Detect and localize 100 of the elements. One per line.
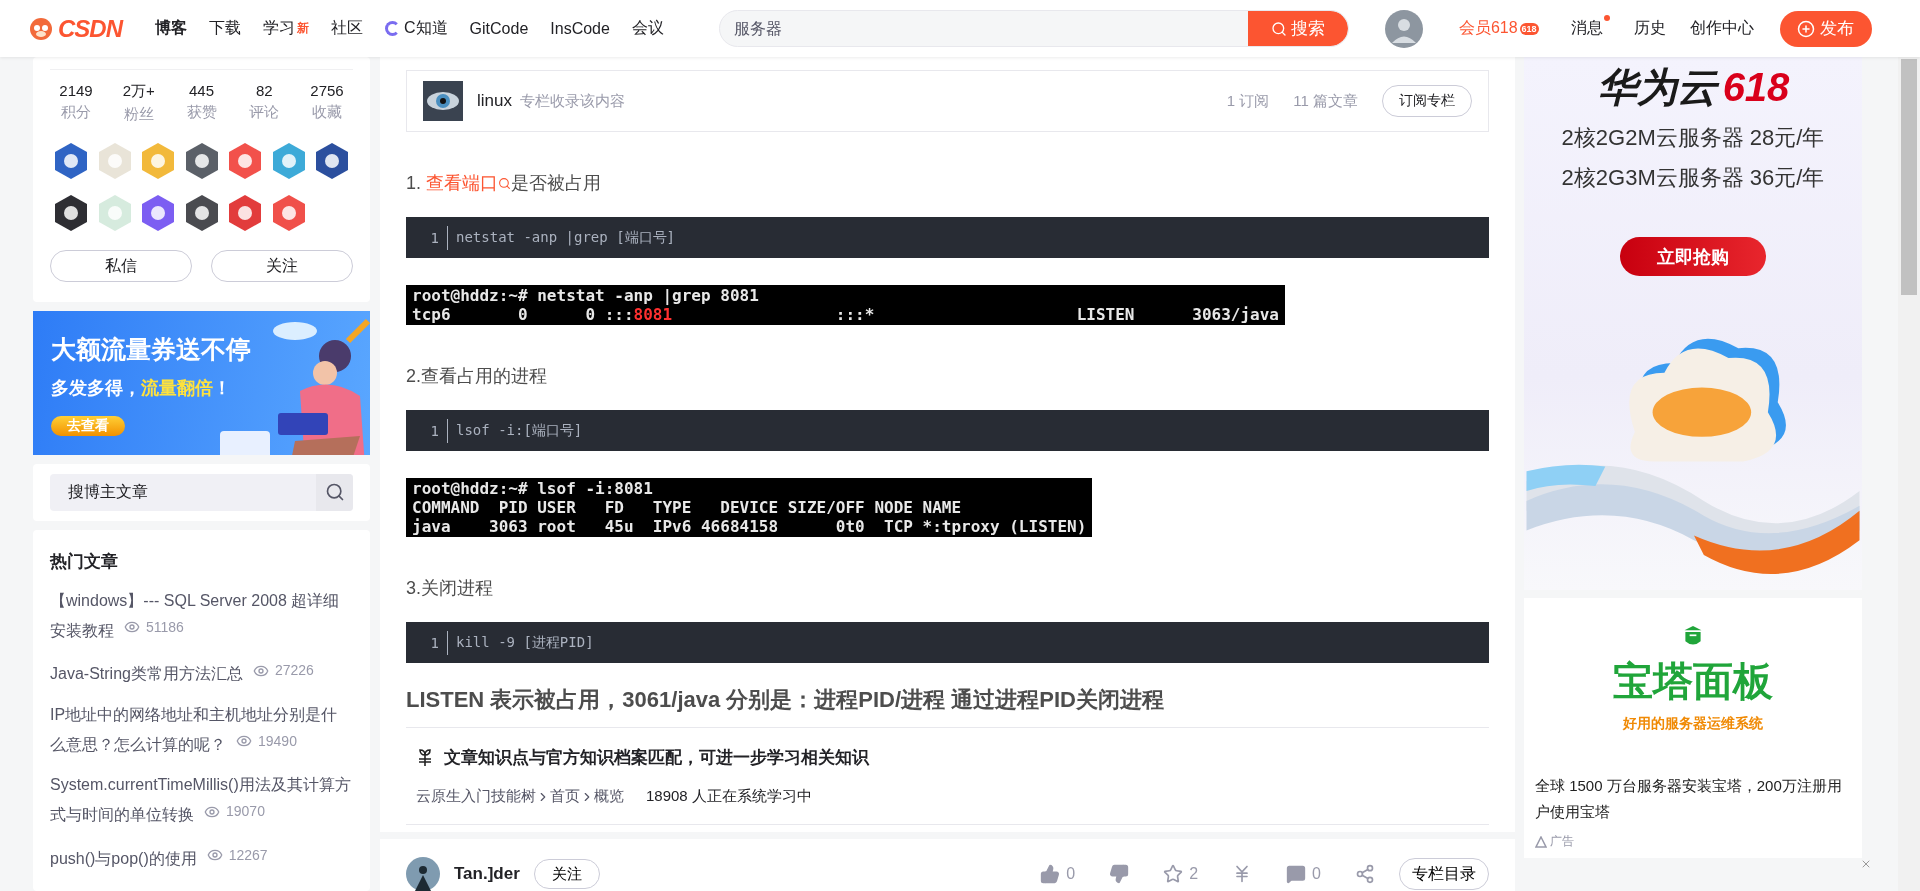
comment-icon	[1286, 864, 1307, 884]
ad-description: 全球 1500 万台服务器安装宝塔，200万注册用户使用宝塔	[1535, 776, 1843, 822]
follow-button[interactable]: 关注	[533, 859, 600, 889]
search-button[interactable]	[316, 473, 353, 511]
nav-link[interactable]: 会议	[620, 18, 675, 39]
header-link[interactable]: 历史	[1633, 18, 1666, 39]
nav-link[interactable]: 下载	[198, 18, 252, 39]
buy-button[interactable]: 立即抢购	[1620, 237, 1766, 277]
cloud-ad[interactable]: 华为云618 2核2G2M云服务器 28元/年 2核2G3M云服务器 36元/年 立即抢购	[1524, 57, 1862, 590]
thumbs-down-icon	[1109, 864, 1130, 884]
step-text: 2.查看占用的进程	[406, 365, 547, 388]
ad-title: 宝塔面板	[1613, 658, 1773, 705]
catalog-button[interactable]: 专栏目录	[1399, 858, 1489, 890]
search-icon	[1270, 20, 1287, 37]
c-logo-icon	[385, 21, 400, 36]
banner-subtitle: 多发多得，流量翻倍！	[51, 377, 232, 400]
subscribe-button[interactable]: 订阅专栏	[1382, 85, 1472, 117]
eye-icon	[206, 847, 223, 863]
search-icon	[498, 176, 511, 190]
thumbs-up-icon	[1040, 864, 1061, 884]
nav-link[interactable]: InsCode	[539, 19, 621, 38]
close-icon	[1860, 858, 1872, 870]
line-number: 1	[406, 630, 448, 655]
user-avatar[interactable]	[1384, 9, 1423, 48]
eye-icon	[236, 733, 252, 749]
article-heading: LISTEN 表示被占用，3061/java 分别是：进程PID/进程 通过进程PID关闭进程	[406, 685, 1489, 728]
code-line: kill -9 [进程PID]	[456, 633, 594, 652]
breadcrumb-link[interactable]: 概览	[594, 787, 624, 806]
terminal-line: tcp6 0 0 :::8081 :::* LISTEN 3063/java	[412, 305, 1279, 324]
header-link[interactable]: 消息	[1570, 18, 1610, 39]
stat-label: 获赞	[186, 103, 217, 122]
monkey-logo-icon	[28, 16, 54, 41]
terminal-line: COMMAND PID USER FD TYPE DEVICE SIZE/OFF NODE NAME	[412, 498, 963, 517]
code-line: netstat -anp |grep [端口号]	[456, 228, 675, 247]
code-line: lsof -i:[端口号]	[456, 421, 583, 440]
plus-icon	[1797, 19, 1816, 38]
author-name[interactable]: Tan.]der	[454, 864, 520, 884]
article-link[interactable]: IP地址中的网络地址和主机地址分别是什么意思？怎么计算的呢？ 19490	[50, 700, 353, 757]
stat-value: 445	[189, 82, 214, 99]
stat-label: 收藏	[312, 103, 342, 122]
terminal-line: root@hddz:~# netstat -anp |grep 8081	[412, 286, 760, 305]
step-text: 1. 查看端口 是否被占用	[406, 171, 601, 195]
promo-banner[interactable]: 大额流量券送不停 多发多得，流量翻倍！ 去查看	[33, 311, 370, 455]
article-count: 11 篇文章	[1293, 91, 1358, 111]
subscriber-count: 1 订阅	[1226, 91, 1270, 111]
banner-title: 大额流量券送不停	[51, 334, 252, 365]
breadcrumb-link[interactable]: 首页	[550, 787, 580, 806]
line-number: 1	[406, 225, 448, 250]
vip-badge: 618	[1519, 22, 1539, 35]
view-count: 27226	[274, 661, 314, 680]
stat-value: 82	[255, 82, 273, 99]
search-icon	[324, 482, 345, 502]
ad-offer: 2核2G3M云服务器 36元/年	[1561, 164, 1825, 192]
search-input[interactable]: 服务器	[719, 11, 1248, 46]
article-link[interactable]: Java-String类常用方法汇总 27226	[50, 657, 353, 687]
article-link[interactable]: System.currentTimeMillis()用法及其计算方式与时间的单位转换 19070	[50, 771, 353, 828]
step-text: 3.关闭进程	[406, 577, 493, 600]
stat-label: 粉丝	[123, 105, 154, 124]
sprout-icon	[416, 748, 434, 767]
view-count: 19490	[258, 731, 297, 751]
article-link[interactable]: 【windows】--- SQL Server 2008 超详细安装教程 51186	[50, 586, 353, 643]
nav-link[interactable]: C知道	[374, 18, 459, 39]
ad-label: 广告	[1535, 833, 1574, 850]
nav-link[interactable]: 社区	[320, 18, 374, 39]
star-icon	[1163, 864, 1184, 884]
section-title: 热门文章	[50, 550, 119, 573]
view-count: 12267	[228, 845, 268, 865]
nav-link[interactable]: GitCode	[458, 19, 540, 38]
new-label: 新	[297, 20, 309, 37]
nav-link[interactable]: 学习 新	[252, 18, 320, 39]
stat-label: 评论	[249, 103, 280, 122]
ad-brand: 华为云	[1590, 61, 1723, 113]
header-link[interactable]: 创作中心	[1689, 18, 1754, 39]
stat-value: 2756	[310, 82, 344, 99]
view-count: 51186	[146, 617, 184, 637]
view-count: 19070	[226, 802, 265, 821]
stat-value: 2149	[59, 82, 93, 99]
column-name[interactable]: linux	[477, 91, 512, 111]
knowledge-title: 文章知识点与官方知识档案匹配，可进一步学习相关知识	[444, 747, 869, 769]
profile-button[interactable]: 私信	[50, 250, 192, 282]
eye-icon	[124, 619, 140, 635]
triangle-icon	[1535, 835, 1547, 848]
terminal-line: root@hddz:~# lsof -i:8081	[412, 479, 654, 498]
line-number: 1	[406, 418, 448, 443]
breadcrumb-link[interactable]: 云原生入门技能树	[416, 787, 536, 806]
ad-promo: 618	[1722, 64, 1791, 111]
terminal-line: java 3063 root 45u IPv6 46684158 0t0 TCP *:tproxy (LISTEN)	[412, 517, 1087, 536]
ad-offer: 2核2G2M云服务器 28元/年	[1561, 124, 1825, 152]
scrollbar[interactable]	[1898, 57, 1920, 891]
stat-label: 积分	[61, 103, 91, 122]
close-button[interactable]	[1860, 858, 1872, 870]
nav-link[interactable]: 博客	[144, 18, 198, 39]
column-note: 专栏收录该内容	[519, 91, 626, 111]
share-icon	[1355, 864, 1375, 884]
profile-button[interactable]: 关注	[211, 250, 353, 282]
learner-count: 18908 人正在系统学习中	[646, 787, 812, 806]
author-avatar[interactable]	[406, 857, 440, 891]
article-link[interactable]: push()与pop()的使用 12267	[50, 841, 353, 871]
ad-slogan: 好用的服务器运维系统	[1623, 715, 1763, 733]
stat-value: 2万+	[122, 82, 155, 101]
